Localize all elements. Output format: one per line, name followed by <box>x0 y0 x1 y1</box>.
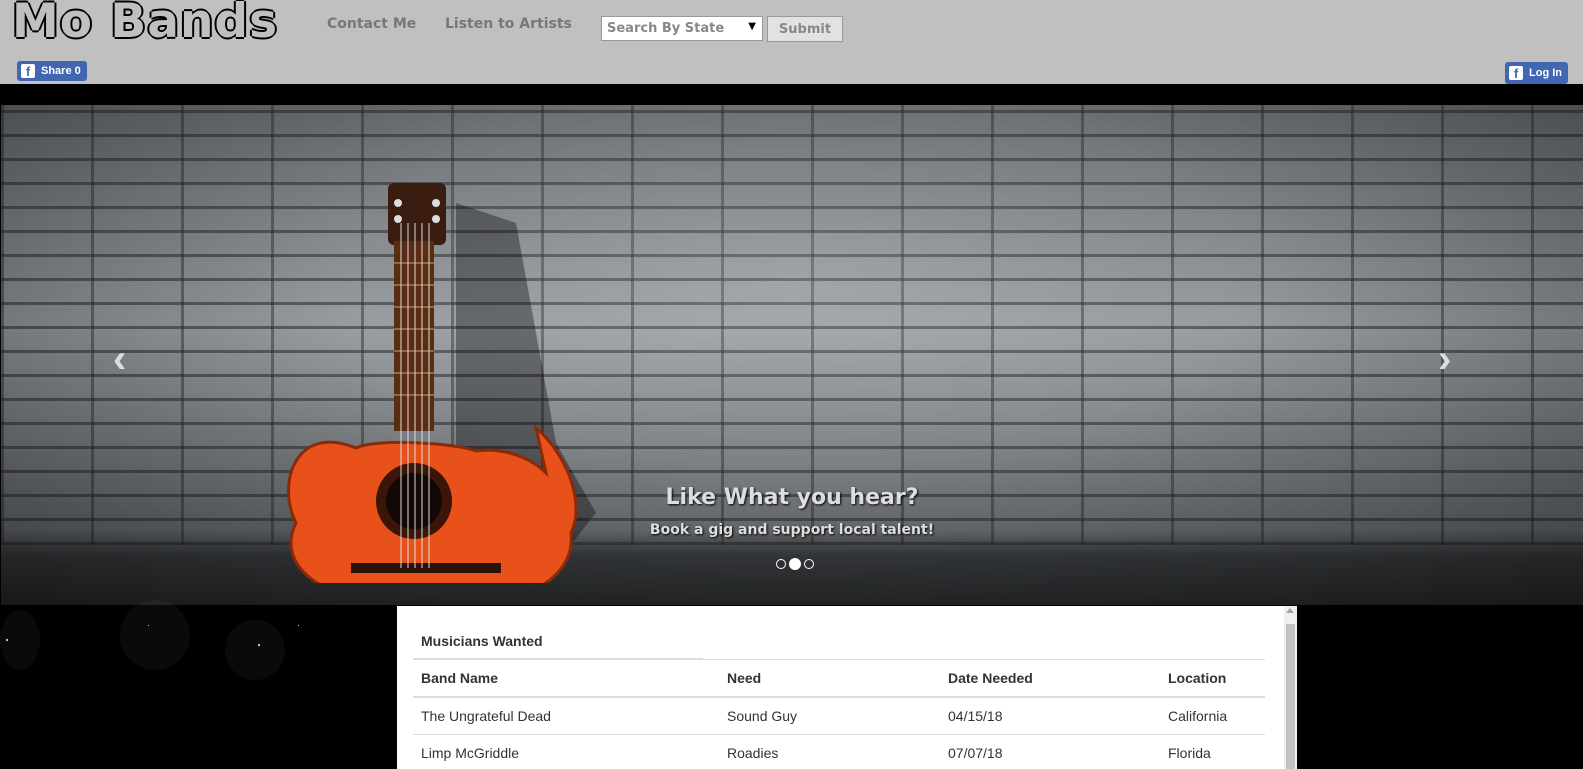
carousel-indicator[interactable] <box>804 559 814 569</box>
scrollbar-thumb[interactable] <box>1286 624 1295 769</box>
facebook-login-label: Log In <box>1529 67 1562 79</box>
header-bar: Mo Bands Contact Me Listen to Artists Se… <box>0 0 1583 84</box>
hero-carousel: ‹ › Like What you hear? Book a gig and s… <box>1 105 1583 605</box>
nav-contact-me[interactable]: Contact Me <box>327 16 416 32</box>
table-header-row: Band Name Need Date Needed Location <box>413 659 1265 698</box>
state-select[interactable]: Search By State ▼ <box>601 16 763 41</box>
carousel-indicators <box>776 558 814 570</box>
star <box>148 625 149 626</box>
musicians-wanted-panel: Musicians Wanted Band Name Need Date Nee… <box>397 606 1297 769</box>
table-row: Limp McGriddle Roadies 07/07/18 Florida <box>413 734 1265 769</box>
carousel-indicator[interactable] <box>776 559 786 569</box>
column-header-band-name: Band Name <box>413 659 719 698</box>
location-cell: Florida <box>1160 734 1265 769</box>
state-select-label: Search By State <box>607 21 725 36</box>
scroll-up-arrow-icon[interactable] <box>1286 608 1294 613</box>
facebook-icon: f <box>21 64 35 78</box>
panel-title: Musicians Wanted <box>421 633 543 649</box>
musicians-table: Band Name Need Date Needed Location The … <box>413 659 1265 769</box>
nav-listen-to-artists[interactable]: Listen to Artists <box>445 16 572 32</box>
table-row: The Ungrateful Dead Sound Guy 04/15/18 C… <box>413 696 1265 735</box>
band-name-cell: The Ungrateful Dead <box>413 696 719 735</box>
carousel-caption-title: Like What you hear? <box>665 485 919 510</box>
location-cell: California <box>1160 696 1265 735</box>
star <box>258 644 260 646</box>
date-needed-cell: 04/15/18 <box>940 696 1160 735</box>
dropdown-arrow-icon: ▼ <box>748 21 756 32</box>
need-cell: Roadies <box>719 734 940 769</box>
star <box>6 639 8 641</box>
site-logo[interactable]: Mo Bands <box>12 0 278 49</box>
chevron-left-icon[interactable]: ‹ <box>113 337 126 382</box>
column-header-date-needed: Date Needed <box>940 659 1160 698</box>
facebook-share-button[interactable]: f Share 0 <box>17 61 87 81</box>
submit-button[interactable]: Submit <box>767 16 843 42</box>
date-needed-cell: 07/07/18 <box>940 734 1160 769</box>
band-name-cell: Limp McGriddle <box>413 734 719 769</box>
chevron-right-icon[interactable]: › <box>1438 337 1451 382</box>
carousel-caption-subtitle: Book a gig and support local talent! <box>649 522 935 538</box>
panel-scrollbar[interactable] <box>1284 606 1297 769</box>
need-cell: Sound Guy <box>719 696 940 735</box>
facebook-share-label: Share 0 <box>41 65 81 77</box>
column-header-location: Location <box>1160 659 1265 698</box>
star <box>298 625 299 626</box>
column-header-need: Need <box>719 659 940 698</box>
facebook-icon: f <box>1509 66 1523 80</box>
facebook-login-button[interactable]: f Log In <box>1505 62 1568 84</box>
carousel-indicator-active[interactable] <box>789 558 801 570</box>
